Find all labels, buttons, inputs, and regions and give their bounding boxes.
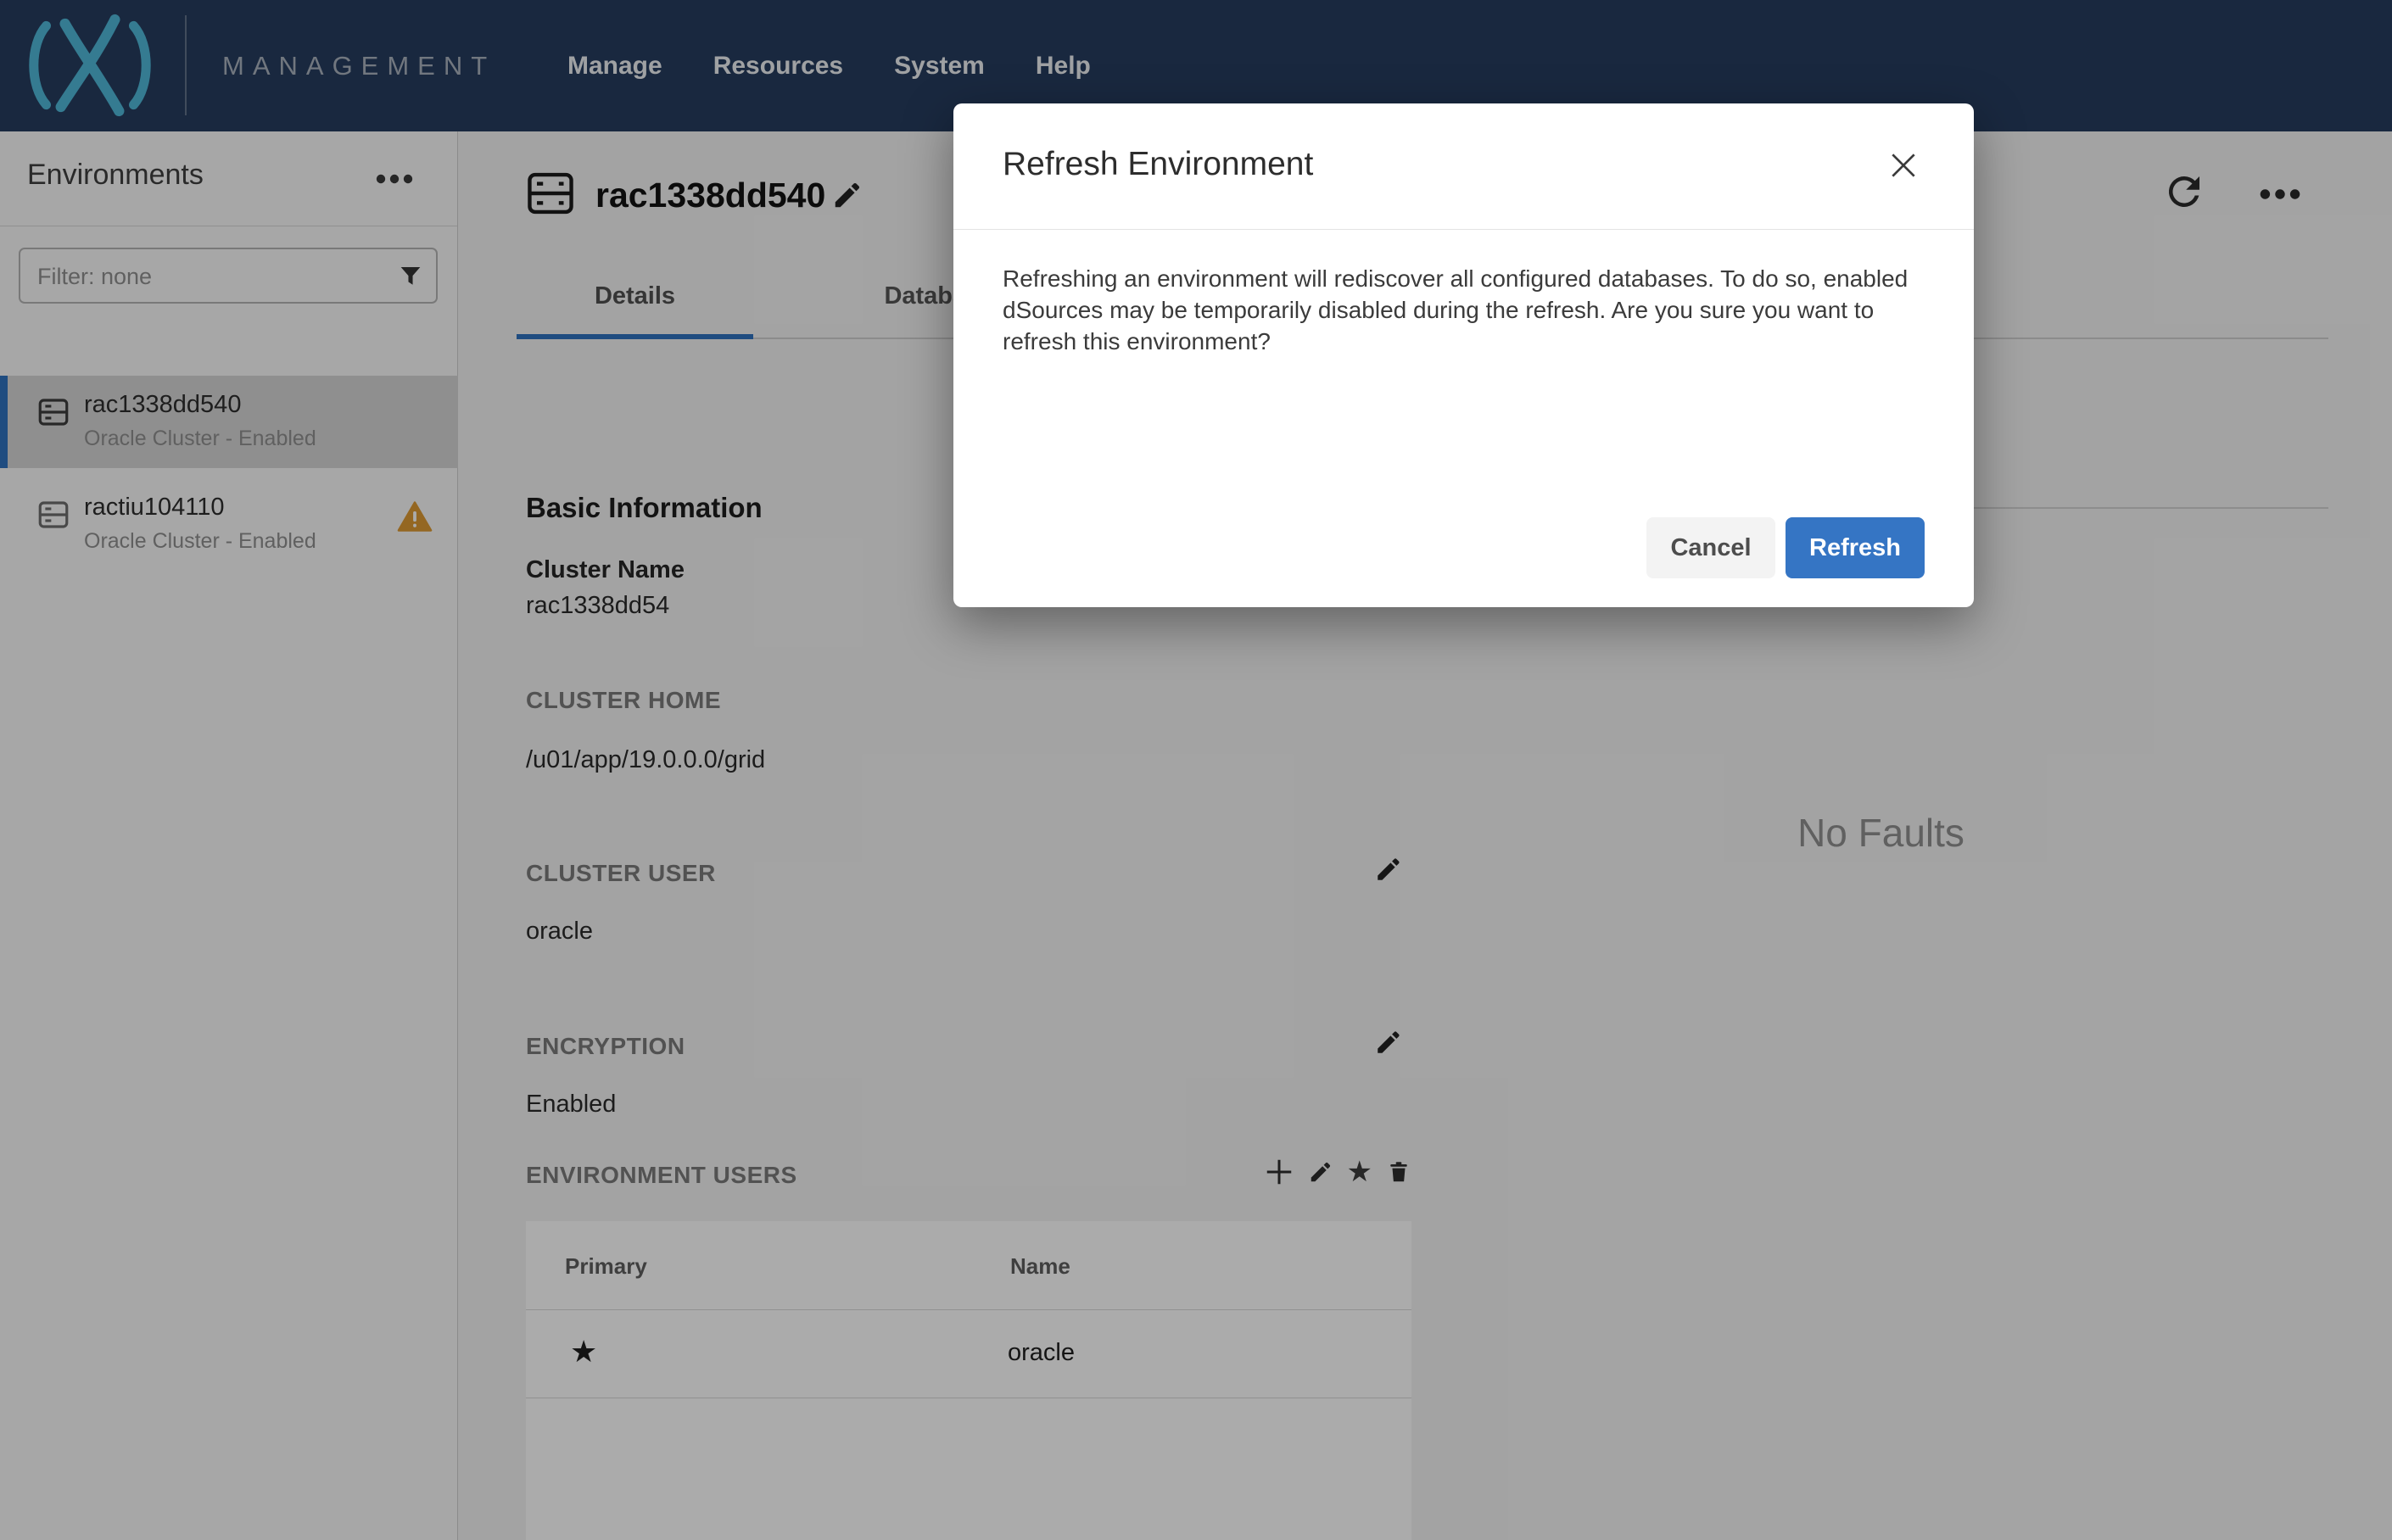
close-icon[interactable] <box>1887 149 1920 181</box>
dialog-body-text: Refreshing an environment will rediscove… <box>1003 265 1909 354</box>
dialog-header: Refresh Environment <box>953 103 1974 229</box>
dialog-footer: Cancel Refresh <box>1646 517 1925 578</box>
cancel-button[interactable]: Cancel <box>1646 517 1775 578</box>
dialog-title: Refresh Environment <box>1003 146 1314 182</box>
refresh-button[interactable]: Refresh <box>1786 517 1925 578</box>
dialog-divider <box>953 229 1974 230</box>
app-screen: MANAGEMENT Manage Resources System Help … <box>0 0 2392 1540</box>
refresh-environment-dialog: Refresh Environment Refreshing an enviro… <box>953 103 1974 607</box>
